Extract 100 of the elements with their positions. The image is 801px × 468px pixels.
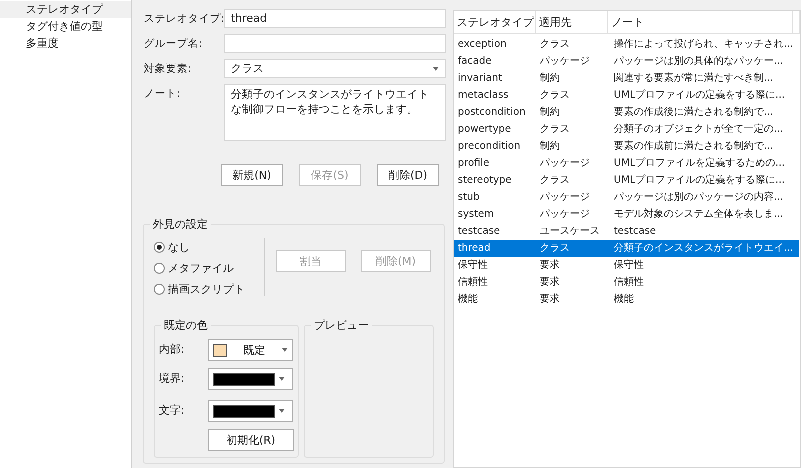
- table-row[interactable]: thread クラス 分類子のインスタンスがライトウエイ...: [454, 240, 799, 257]
- table-cell-text: UMLプロファイルを定義するための...: [613, 156, 786, 171]
- table-row[interactable]: invariant 制約 関連する要素が常に満たすべき制...: [454, 70, 799, 87]
- caret-icon: [278, 377, 285, 381]
- table-row[interactable]: exception クラス 操作によって投げられ、キャッチされ...: [454, 36, 799, 53]
- table-cell-text: 要素の作成前に満たされる制約で...: [613, 140, 775, 154]
- table-cell-text: 要素の作成後に満たされる制約で...: [613, 106, 775, 120]
- table-cell-text: system: [457, 208, 496, 222]
- table-row[interactable]: system パッケージ モデル対象のシステム全体を表しま...: [454, 206, 799, 223]
- table-cell-text: metaclass: [457, 89, 510, 103]
- caret-icon: [278, 409, 285, 413]
- table-cell-text: thread: [457, 242, 492, 256]
- table-cell-text: クラス: [539, 38, 571, 52]
- table-cell-text: 分類子のインスタンスがライトウエイ...: [613, 242, 795, 256]
- color-dropdown[interactable]: [208, 368, 293, 390]
- table-cell-text: 保守性: [613, 258, 645, 273]
- color-label: 境界:: [159, 371, 186, 386]
- table-cell-text: powertype: [457, 123, 512, 137]
- table-cell-text: UMLプロファイルの定義をする際に...: [613, 88, 786, 103]
- table-cell-text: パッケージ: [539, 157, 591, 171]
- table-row[interactable]: stub パッケージ パッケージは別のパッケージの内容...: [454, 189, 799, 206]
- radio-button[interactable]: [154, 263, 165, 274]
- table-cell-text: パッケージ: [539, 55, 591, 69]
- table-cell-text: 関連する要素が常に満たすべき制...: [613, 72, 775, 86]
- column-header[interactable]: ステレオタイプ: [454, 11, 536, 33]
- table-cell-text: パッケージ: [539, 208, 591, 222]
- table-cell-text: 制約: [539, 72, 561, 86]
- table-cell-text: 信頼性: [613, 276, 645, 290]
- table-cell-text: stereotype: [457, 174, 513, 188]
- table-row[interactable]: stereotype クラス UMLプロファイルの定義をする際に...: [454, 172, 799, 189]
- button[interactable]: 削除(D): [377, 164, 439, 186]
- table-cell-text: パッケージは別のパッケージの内容...: [613, 190, 785, 205]
- input-field[interactable]: [224, 34, 446, 53]
- table-cell-text: 制約: [539, 140, 561, 154]
- radio-button[interactable]: [154, 242, 165, 253]
- table-row[interactable]: facade パッケージ パッケージは別の具体的なパッケー...: [454, 53, 799, 70]
- table-cell-text: invariant: [457, 72, 504, 86]
- table-row[interactable]: 機能 要求 機能: [454, 291, 799, 308]
- table-cell-text: exception: [457, 38, 508, 52]
- table-cell-text: profile: [457, 157, 491, 171]
- color-dropdown[interactable]: [208, 400, 293, 422]
- table-cell-text: 操作によって投げられ、キャッチされ...: [613, 38, 795, 52]
- group-title: 外見の設定: [150, 217, 211, 232]
- table-row[interactable]: profile パッケージ UMLプロファイルを定義するための...: [454, 155, 799, 172]
- radio-label: メタファイル: [168, 261, 234, 276]
- table-row[interactable]: postcondition 制約 要素の作成後に満たされる制約で...: [454, 104, 799, 121]
- table-cell-text: 制約: [539, 106, 561, 120]
- table-cell-text: precondition: [457, 140, 522, 154]
- field-label: 対象要素:: [144, 62, 193, 77]
- dropdown[interactable]: クラス: [224, 59, 446, 78]
- radio-label: なし: [168, 240, 190, 255]
- table-cell-text: testcase: [613, 225, 658, 239]
- radio-button[interactable]: [154, 284, 165, 295]
- table-cell-text: 要求: [539, 258, 561, 273]
- table-cell-text: 機能: [457, 292, 479, 307]
- table-cell-text: パッケージ: [539, 191, 591, 205]
- table-cell-text: 機能: [613, 292, 635, 307]
- table-cell-text: クラス: [539, 174, 571, 188]
- color-label: 文字:: [159, 403, 186, 418]
- reset-button[interactable]: 初期化(R): [208, 429, 294, 451]
- button[interactable]: 新規(N): [221, 164, 283, 186]
- table-cell-text: 保守性: [457, 258, 489, 273]
- field-label: ステレオタイプ:: [144, 12, 224, 27]
- sidebar-item[interactable]: 多重度: [0, 35, 131, 52]
- table-cell-text: facade: [457, 55, 493, 69]
- input-field[interactable]: thread: [224, 9, 446, 28]
- table-cell-text: 信頼性: [457, 276, 489, 290]
- radio-label: 描画スクリプト: [168, 282, 245, 297]
- table-cell-text: testcase: [457, 225, 502, 239]
- color-dropdown[interactable]: 既定: [208, 339, 293, 361]
- table-cell-text: stub: [457, 191, 481, 205]
- table-cell-text: パッケージは別の具体的なパッケー...: [613, 55, 785, 69]
- color-label: 内部:: [159, 342, 186, 357]
- table-cell-text: ユースケース: [539, 225, 601, 239]
- table-row[interactable]: precondition 制約 要素の作成前に満たされる制約で...: [454, 138, 799, 155]
- table-cell-text: 分類子のオブジェクトが全て一定の...: [613, 122, 785, 137]
- column-header[interactable]: ノート: [608, 11, 793, 33]
- group-title: 既定の色: [161, 318, 211, 333]
- table-cell-text: 要求: [539, 276, 561, 290]
- group-title: プレビュー: [311, 318, 372, 333]
- sidebar-item[interactable]: タグ付き値の型: [0, 18, 131, 35]
- sidebar-item[interactable]: ステレオタイプ: [0, 1, 131, 18]
- field-label: グループ名:: [144, 37, 204, 52]
- table-cell-text: UMLプロファイルの定義をする際に...: [613, 174, 786, 188]
- table-cell-text: クラス: [539, 123, 571, 137]
- caret-icon: [433, 66, 439, 70]
- table-cell-text: クラス: [539, 89, 571, 103]
- caret-icon: [282, 348, 288, 352]
- column-header[interactable]: 適用先: [536, 11, 608, 33]
- note-field[interactable]: 分類子のインスタンスがライトウエイトな制御フローを持つことを示します。: [224, 84, 446, 141]
- table-row[interactable]: 保守性 要求 保守性: [454, 257, 799, 274]
- table-row[interactable]: testcase ユースケース testcase: [454, 223, 799, 240]
- table-cell-text: 要求: [539, 292, 561, 307]
- field-label: ノート:: [144, 87, 182, 102]
- table-row[interactable]: metaclass クラス UMLプロファイルの定義をする際に...: [454, 87, 799, 104]
- table-cell-text: モデル対象のシステム全体を表しま...: [613, 208, 785, 222]
- table-cell-text: postcondition: [457, 106, 527, 120]
- table-row[interactable]: powertype クラス 分類子のオブジェクトが全て一定の...: [454, 121, 799, 138]
- table-cell-text: クラス: [539, 242, 571, 256]
- table-row[interactable]: 信頼性 要求 信頼性: [454, 274, 799, 291]
